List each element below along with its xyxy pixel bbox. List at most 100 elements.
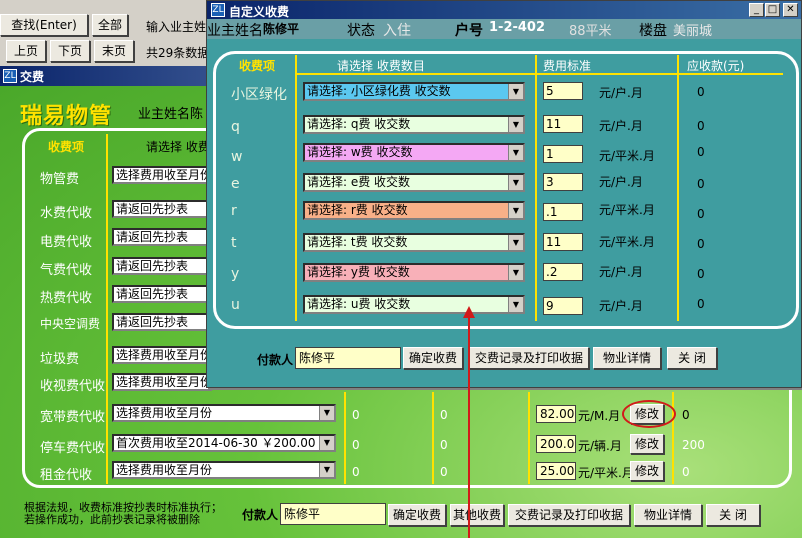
chevron-down-icon[interactable]: ▼ (508, 203, 523, 218)
broadband-fee-select[interactable]: 选择费用收至月份 ▼ (112, 404, 336, 422)
fee-value-input[interactable]: 11 (543, 233, 583, 251)
rent-col-a: 0 (352, 465, 360, 479)
rent-edit-button[interactable]: 修改 (630, 461, 664, 481)
confirm-payment-button[interactable]: 确定收费 (388, 504, 446, 526)
fee-value-input[interactable]: 3 (543, 173, 583, 191)
estate-value: 美丽城 (673, 24, 713, 39)
row-label-rent: 租金代收 (40, 468, 93, 483)
fee-select-y[interactable]: 请选择: y费 收交数 ▼ (303, 263, 525, 282)
fee-row-label: e (231, 176, 240, 192)
parking-price-input[interactable]: 200.00 (536, 435, 576, 453)
highlight-circle (622, 400, 676, 428)
col-header-select: 请选择 收费 (146, 140, 210, 154)
water-fee-select[interactable]: 请返回先抄表 (112, 200, 212, 218)
fee-unit: 元/户.月 (599, 86, 643, 100)
fee-select-r[interactable]: 请选择: r费 收交数 ▼ (303, 201, 525, 220)
parking-unit: 元/辆.月 (578, 439, 622, 453)
row-label-parking: 停车费代收 (40, 441, 106, 456)
property-fee-select[interactable]: 选择费用收至月份 (112, 166, 212, 184)
fee-value-input[interactable]: 1 (543, 145, 583, 163)
payment-window-title: 交费 (20, 70, 45, 84)
next-page-button[interactable]: 下页 (50, 40, 90, 62)
broadband-col-a: 0 (352, 408, 360, 422)
payment-records-print-button[interactable]: 交费记录及打印收据 (508, 504, 630, 526)
fee-select-w[interactable]: 请选择: w费 收交数 ▼ (303, 143, 525, 162)
regulation-note: 根据法规，收费标准按抄表时标准执行； 若操作成功，此前抄表记录将被删除 (24, 501, 222, 526)
close-button[interactable]: 关 闭 (706, 504, 760, 526)
broadband-price-input[interactable]: 82.00 (536, 405, 576, 423)
chevron-down-icon[interactable]: ▼ (508, 84, 523, 99)
owner-info-bar: 业主姓名 陈修平 状态 入住 户号 1-2-402 88平米 楼盘 美丽城 (207, 19, 801, 39)
close-button[interactable]: 关 闭 (667, 347, 717, 369)
electric-fee-select[interactable]: 请返回先抄表 (112, 228, 212, 246)
parking-fee-select[interactable]: 首次费用收至2014-06-30 ￥200.00 ▼ (112, 434, 336, 452)
row-label-water: 水费代收 (40, 206, 93, 221)
fee-value-input[interactable]: 9 (543, 297, 583, 315)
fee-select-u[interactable]: 请选择: u费 收交数 ▼ (303, 295, 525, 314)
all-button[interactable]: 全部 (92, 14, 128, 36)
row-label-gas: 气费代收 (40, 263, 93, 278)
chevron-down-icon[interactable]: ▼ (508, 145, 523, 160)
property-details-button[interactable]: 物业详情 (634, 504, 702, 526)
chevron-down-icon[interactable]: ▼ (508, 265, 523, 280)
fee-select-e[interactable]: 请选择: e费 收交数 ▼ (303, 173, 525, 192)
fee-value-input[interactable]: .1 (543, 203, 583, 221)
fee-due-amount: 0 (697, 267, 705, 281)
payment-records-print-button[interactable]: 交费记录及打印收据 (469, 347, 589, 369)
prev-page-button[interactable]: 上页 (6, 40, 46, 62)
chevron-down-icon[interactable]: ▼ (319, 436, 334, 450)
ac-fee-select[interactable]: 请返回先抄表 (112, 313, 212, 331)
broadband-unit: 元/M.月 (578, 409, 621, 423)
heating-fee-select[interactable]: 请返回先抄表 (112, 285, 212, 303)
dialog-titlebar[interactable]: ZL 自定义收费 _ □ ✕ (207, 1, 801, 19)
fee-value-input[interactable]: .2 (543, 263, 583, 281)
unit-label: 户号 (455, 23, 483, 39)
fee-unit: 元/户.月 (599, 119, 643, 133)
chevron-down-icon[interactable]: ▼ (319, 463, 334, 477)
row-label-tv: 收视费代收 (40, 379, 106, 394)
dialog-body: 收费项 请选择 收费数目 费用标准 应收款(元) 小区绿化 请选择: 小区绿化费… (207, 39, 801, 387)
custom-fee-dialog: ZL 自定义收费 _ □ ✕ 业主姓名 陈修平 状态 入住 户号 1-2-402… (206, 0, 802, 388)
fee-select-t[interactable]: 请选择: t费 收交数 ▼ (303, 233, 525, 252)
fee-row-label: t (231, 235, 237, 251)
unit-value: 1-2-402 (489, 20, 546, 35)
column-divider (295, 55, 297, 321)
parking-col-b: 0 (440, 438, 448, 452)
chevron-down-icon[interactable]: ▼ (319, 406, 334, 420)
fee-select-q[interactable]: 请选择: q费 收交数 ▼ (303, 115, 525, 134)
gas-fee-select[interactable]: 请返回先抄表 (112, 257, 212, 275)
row-label-broadband: 宽带费代收 (40, 410, 106, 425)
chevron-down-icon[interactable]: ▼ (508, 117, 523, 132)
parking-edit-button[interactable]: 修改 (630, 434, 664, 454)
row-label-electric: 电费代收 (40, 235, 93, 250)
garbage-fee-select[interactable]: 选择费用收至月份 (112, 346, 212, 364)
fee-due-amount: 0 (697, 177, 705, 191)
last-page-button[interactable]: 末页 (94, 40, 134, 62)
property-details-button[interactable]: 物业详情 (593, 347, 661, 369)
fee-row-label: y (231, 266, 240, 282)
rent-price-input[interactable]: 25.00 (536, 462, 576, 480)
payer-input[interactable]: 陈修平 (280, 503, 386, 525)
fee-due-amount: 0 (697, 207, 705, 221)
rent-fee-select[interactable]: 选择费用收至月份 ▼ (112, 461, 336, 479)
column-divider (528, 392, 530, 484)
minimize-icon[interactable]: _ (749, 3, 764, 17)
fee-select-greening[interactable]: 请选择: 小区绿化费 收交数 ▼ (303, 82, 525, 101)
tv-fee-select[interactable]: 选择费用收至月份 (112, 373, 212, 391)
col-header-due: 应收款(元) (687, 59, 745, 73)
close-icon[interactable]: ✕ (783, 3, 798, 17)
fee-unit: 元/平米.月 (599, 149, 655, 163)
search-hint: 输入业主姓 (146, 20, 207, 34)
fee-value-input[interactable]: 5 (543, 82, 583, 100)
fee-value-input[interactable]: 11 (543, 115, 583, 133)
status-value: 入住 (383, 23, 411, 39)
query-button[interactable]: 查找(Enter) (0, 14, 88, 36)
chevron-down-icon[interactable]: ▼ (508, 175, 523, 190)
confirm-payment-button[interactable]: 确定收费 (403, 347, 463, 369)
payer-input[interactable]: 陈修平 (295, 347, 401, 369)
chevron-down-icon[interactable]: ▼ (508, 235, 523, 250)
other-fees-button[interactable]: 其他收费 (450, 504, 504, 526)
owner-name-label: 业主姓名 (207, 23, 263, 39)
chevron-down-icon[interactable]: ▼ (508, 297, 523, 312)
maximize-icon[interactable]: □ (765, 3, 780, 17)
